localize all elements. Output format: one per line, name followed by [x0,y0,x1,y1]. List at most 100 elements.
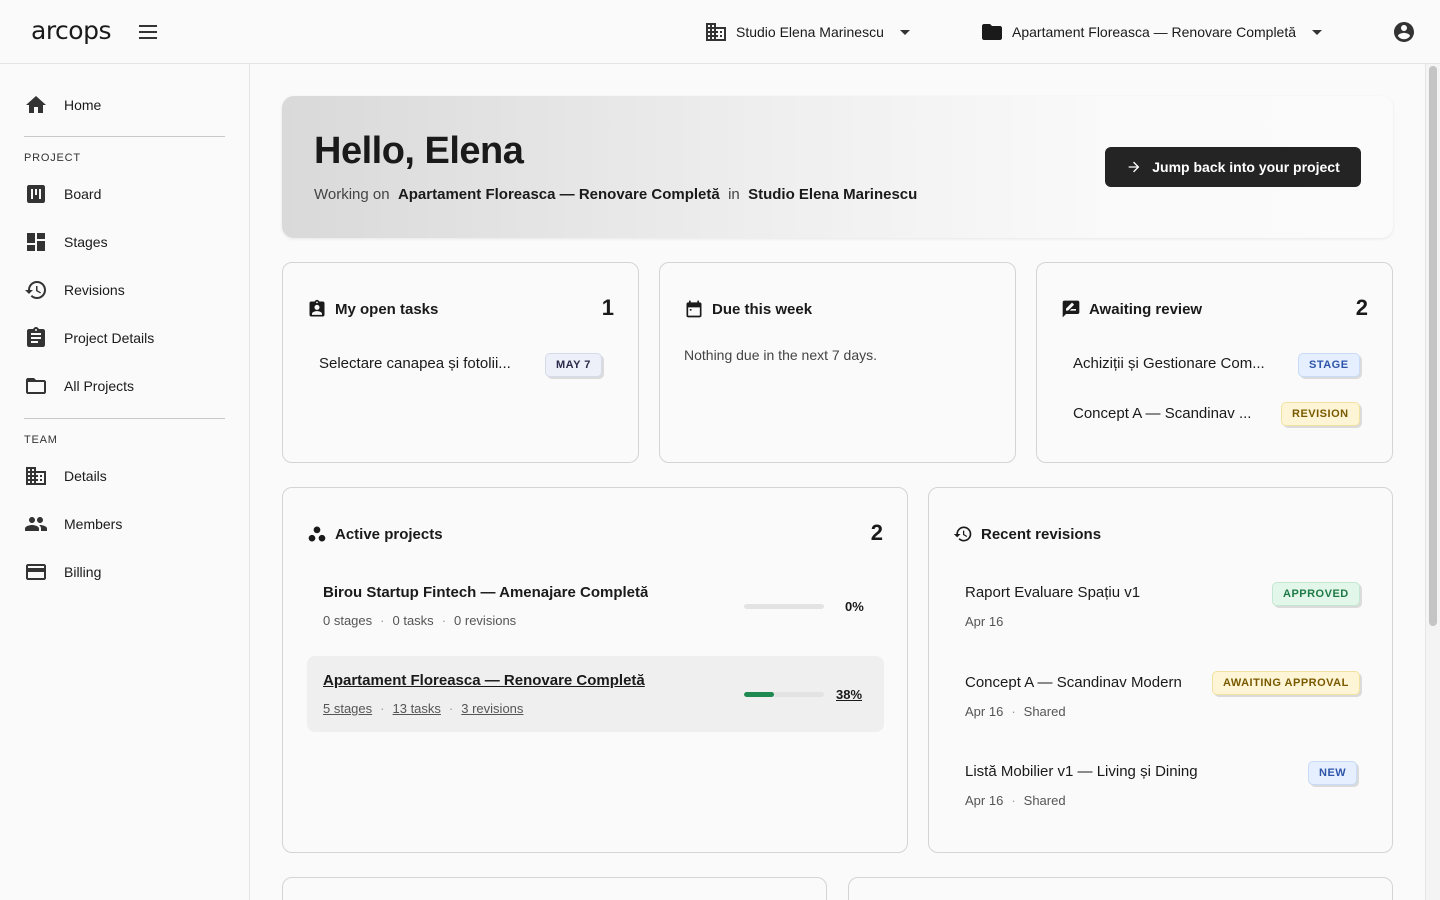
sidebar-item-home[interactable]: Home [24,90,101,120]
board-icon [27,185,45,203]
revision-name[interactable]: Raport Evaluare Spațiu v1 [965,584,1140,601]
folder-icon [982,24,1002,40]
revision-date: Apr 16 [965,614,1004,629]
home-icon [26,96,46,113]
sidebar-item-stages[interactable]: Stages [24,227,108,257]
open-tasks-card: My open tasks 1 Selectare canapea și fot… [282,262,639,463]
task-count: 1 [601,295,614,320]
revision-date: Apr 16 [965,704,1004,719]
due-this-week-card: Due this week Nothing due in the next 7 … [659,262,1016,463]
recent-revisions-card: Recent revisions Raport Evaluare Spațiu … [928,487,1393,853]
tasks-link[interactable]: 13 tasks [393,701,441,716]
awaiting-review-card: Awaiting review 2 Achiziții și Gestionar… [1036,262,1393,463]
chevron-down-icon [1312,29,1323,35]
new-badge: NEW [1308,761,1358,785]
sidebar-item-label: Members [64,516,123,532]
sidebar-item-label: All Projects [64,378,135,394]
card-title-label: Awaiting review [1089,300,1203,318]
sidebar-item-label: Home [64,97,102,113]
revisions-link[interactable]: 3 revisions [461,701,523,716]
menu-icon[interactable] [136,20,160,44]
project-switcher[interactable]: Apartament Floreasca — Renovare Completă [980,20,1323,44]
revision-meta: Apr 16 · Shared [965,704,1066,719]
task-item-name[interactable]: Selectare canapea și fotolii... [319,355,534,372]
card-title-label: Due this week [712,300,813,318]
review-item-name[interactable]: Achiziții și Gestionare Com... [1073,355,1288,372]
welcome-banner: Hello, Elena Working on Apartament Flore… [282,96,1393,238]
history-icon [953,526,972,542]
stages-link[interactable]: 5 stages [323,701,372,716]
revisions-count: 0 revisions [454,613,517,628]
sidebar-item-all-projects[interactable]: All Projects [24,371,134,401]
progress-bar [744,692,824,697]
current-team: Studio Elena Marinescu [748,186,918,203]
active-projects-card: Active projects 2 Birou Startup Fintech … [282,487,908,853]
progress-percent: 0% [845,599,864,614]
rate-review-icon [1062,300,1080,318]
history-icon [25,281,46,299]
sidebar-item-board[interactable]: Board [24,179,101,209]
progress-percent: 38% [836,687,863,702]
review-item-name[interactable]: Concept A — Scandinav ... [1073,405,1273,422]
tasks-count: 0 tasks [392,613,434,628]
awaiting-approval-badge: AWAITING APPROVAL [1212,671,1360,695]
working-on-label: Working on [314,186,390,203]
due-date-badge: MAY 7 [545,353,602,377]
scrollbar-thumb[interactable] [1429,66,1437,626]
building-icon [26,467,46,485]
jump-back-button[interactable]: Jump back into your project [1105,147,1361,187]
card-title: Awaiting review [1061,299,1202,319]
revision-meta: Apr 16 [965,614,1003,629]
project-name[interactable]: Apartament Floreasca — Renovare Completă [323,672,645,689]
in-label: in [728,186,740,203]
sidebar-item-label: Revisions [64,282,125,298]
project-meta: 0 stages · 0 tasks · 0 revisions [323,613,517,628]
project-meta: 5 stages · 13 tasks · 3 revisions [323,701,524,716]
people-icon [25,517,47,531]
stage-badge: STAGE [1298,353,1360,377]
revision-date: Apr 16 [965,793,1004,808]
greeting-title: Hello, Elena [314,130,524,172]
section-label-team: TEAM [24,434,58,446]
sidebar-item-label: Board [64,186,102,202]
review-count: 2 [1355,295,1368,320]
workspaces-icon [308,526,326,542]
sidebar-item-label: Project Details [64,330,155,346]
card-title: Due this week [684,299,812,319]
card-title: Recent revisions [953,524,1101,544]
sidebar-item-revisions[interactable]: Revisions [24,275,125,305]
revision-badge: REVISION [1281,402,1360,426]
card-title-label: Recent revisions [981,525,1102,543]
current-project: Apartament Floreasca — Renovare Completă [397,186,720,203]
sidebar: Home PROJECT Board Stages Revisions Proj… [0,64,250,900]
chevron-down-icon [899,29,910,35]
empty-state-text: Nothing due in the next 7 days. [684,347,878,363]
revision-name[interactable]: Listă Mobilier v1 — Living și Dining [965,763,1198,780]
jump-back-label: Jump back into your project [1152,159,1340,175]
revision-meta: Apr 16 · Shared [965,793,1066,808]
sidebar-item-project-details[interactable]: Project Details [24,323,154,353]
app-logo[interactable]: arcops [31,16,111,45]
folder-outline-icon [26,378,46,394]
sidebar-item-team-details[interactable]: Details [24,461,107,491]
account-icon[interactable] [1392,20,1416,44]
project-name: Apartament Floreasca — Renovare Completă [1012,24,1297,40]
sidebar-item-members[interactable]: Members [24,509,122,539]
bottom-card-right [848,877,1393,900]
approved-badge: APPROVED [1272,582,1360,606]
sidebar-item-billing[interactable]: Billing [24,557,101,587]
progress-fill [744,692,775,697]
team-switcher[interactable]: Studio Elena Marinescu [704,20,910,44]
project-name[interactable]: Birou Startup Fintech — Amenajare Comple… [323,584,648,601]
card-title: Active projects [307,524,443,544]
assignment-ind-icon [309,299,325,317]
clipboard-icon [27,327,45,347]
dashboard-icon [27,233,45,251]
progress-bar [744,604,824,609]
sidebar-item-label: Details [64,468,107,484]
top-bar: arcops Studio Elena Marinescu Apartament… [0,0,1440,64]
project-count: 2 [870,520,883,545]
shared-label: Shared [1023,793,1066,808]
section-label-project: PROJECT [24,152,81,164]
revision-name[interactable]: Concept A — Scandinav Modern [965,674,1182,691]
